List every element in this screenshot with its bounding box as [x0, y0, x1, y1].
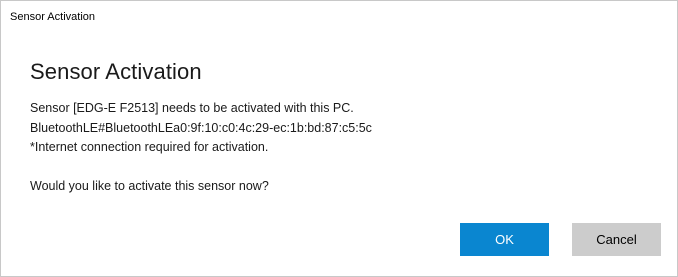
- internet-required-note: *Internet connection required for activa…: [30, 140, 269, 154]
- dialog-message: Sensor [EDG-E F2513] needs to be activat…: [30, 99, 650, 197]
- sensor-activation-window: Sensor Activation Sensor Activation Sens…: [0, 0, 678, 277]
- sensor-activation-message: Sensor [EDG-E F2513] needs to be activat…: [30, 101, 354, 115]
- cancel-button[interactable]: Cancel: [572, 223, 661, 256]
- window-title: Sensor Activation: [10, 11, 95, 23]
- dialog-heading: Sensor Activation: [30, 59, 202, 84]
- ok-button[interactable]: OK: [460, 223, 549, 256]
- sensor-device-id: BluetoothLE#BluetoothLEa0:9f:10:c0:4c:29…: [30, 120, 372, 135]
- activation-question: Would you like to activate this sensor n…: [30, 179, 269, 193]
